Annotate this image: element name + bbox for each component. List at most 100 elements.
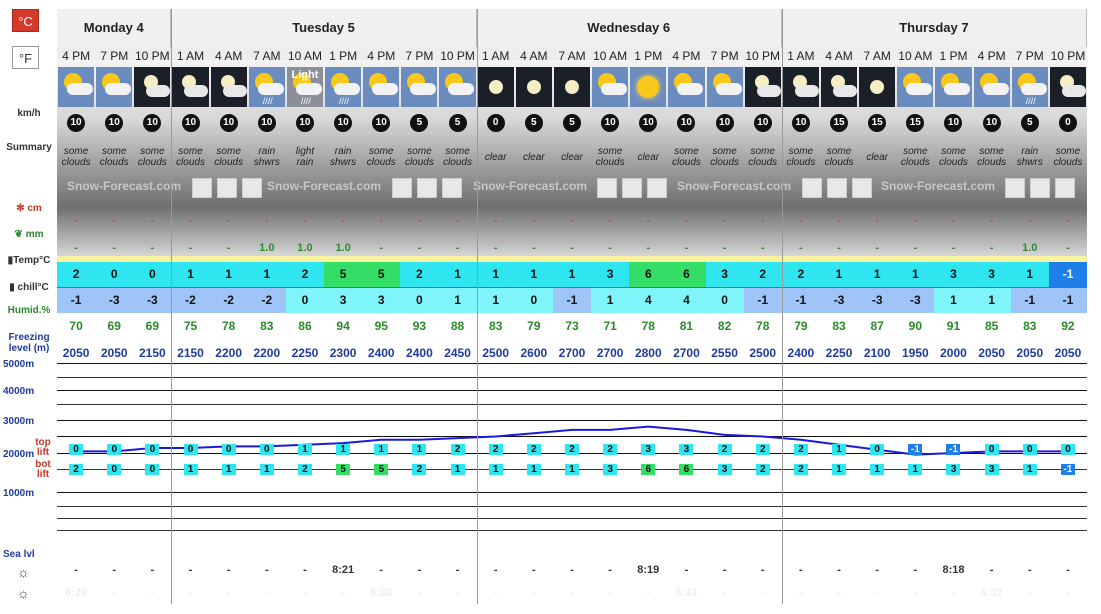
bot-lift-badge: 5 [374,464,389,475]
wind-arrow-icon: 10 [639,114,658,132]
weather-icon-cell [897,67,934,107]
summary-line2: clouds [748,157,778,168]
wind-arrow-icon: 15 [868,114,887,132]
temp-cell: 1 [514,262,553,287]
sunrise-cell: - [188,564,193,576]
time-cell: 10 PM [1050,49,1086,63]
sunset-cell: - [264,587,269,599]
day-header[interactable]: Tuesday 5 [171,9,477,47]
sunrise-cell: - [264,564,269,576]
summary-line2: clouds [443,157,472,168]
thermometer-chill-icon: ▮ [9,282,15,293]
chill-cell: -2 [209,288,248,313]
sunset-cell: - [608,587,612,599]
bot-lift-badge: 1 [870,464,885,475]
wind-cell: 10 [934,114,972,138]
rain-cell: - [837,242,841,254]
watermark-icon [1005,178,1025,198]
weather-icon-cell [401,67,438,107]
chill-cell: 4 [667,288,706,313]
wind-cell: 10 [744,114,782,138]
celsius-button[interactable]: °C [12,9,39,32]
top-lift-badge: 0 [107,444,122,455]
humid-cell: 70 [69,319,83,333]
bot-lift-badge: 2 [755,464,770,475]
weather-icon-cell [96,67,133,107]
time-cell: 10 AM [898,49,933,63]
humid-cell: 71 [603,319,617,333]
sunrise-cell: 8:19 [637,564,660,576]
humid-cell: 83 [489,319,503,333]
fahrenheit-button[interactable]: °F [12,46,39,69]
day-separator [781,9,783,604]
top-lift-badge: 1 [336,444,351,455]
wind-cell: 10 [210,114,248,138]
wind-cell: 10 [629,114,667,138]
temp-cell: 1 [1010,262,1049,287]
watermark-icon [417,178,437,198]
wind-arrow-icon: 15 [906,114,925,132]
wind-cell: 10 [324,114,362,138]
summary-line1: some [979,146,1004,157]
watermark-icon [192,178,212,198]
day-header[interactable]: Thursday 7 [781,9,1087,47]
humid-cell: 82 [717,319,732,333]
bot-lift-badge: 0 [107,464,122,475]
day-header[interactable]: Wednesday 6 [476,9,782,47]
sunrise-cell: - [989,564,994,576]
summary-line1: some [63,146,89,157]
watermark-icon [217,178,237,198]
wind-cell: 10 [973,114,1011,138]
sea-level-label: Sea lvl [3,549,35,560]
partly-cloudy-icon [897,67,933,107]
summary-cell: some clouds [896,146,934,172]
wind-arrow-icon: 10 [715,114,734,132]
snow-cell: - [799,215,803,227]
chill-cell: -2 [171,288,210,313]
weather-icon-cell [782,67,819,107]
summary-line2: shwrs [330,157,357,168]
wind-arrow-icon: 10 [143,114,162,132]
snow-cell: - [303,215,307,227]
summary-cell: some clouds [782,146,820,172]
rain-cell: - [646,242,651,254]
clear-night-icon [554,80,590,94]
bot-lift-badge: 1 [1022,464,1037,475]
clear-night-icon [859,80,895,94]
top-lift-badge: 0 [1022,444,1037,455]
partly-cloudy-icon [439,67,475,107]
summary-cell: some clouds [438,146,476,172]
sunrise-icon: ☼ [17,564,30,580]
top-lift-badge: 2 [717,444,732,455]
wind-cell: 15 [858,114,896,138]
summary-cell: some clouds [973,146,1011,172]
partly-cloudy-icon [707,67,743,107]
weather-icon-cell: //// [248,67,285,107]
top-lift-badge: 0 [1060,444,1075,455]
time-cell: 1 AM [482,49,510,63]
weather-icon-cell: //// [1011,67,1048,107]
sunrise-cell: - [837,564,841,576]
summary-cell: rain shwrs [324,146,362,172]
sunset-cell: - [188,587,193,599]
summary-line1: some [750,146,775,157]
time-cell: 7 PM [100,49,129,63]
day-separator [476,9,478,604]
time-cell: 1 AM [176,49,205,63]
day-header[interactable]: Monday 4 [57,9,172,47]
bot-lift-badge: 3 [717,464,732,475]
top-lift-badge: 2 [526,444,541,455]
wind-arrow-icon: 10 [944,114,963,132]
forecast-table: Monday 4 Tuesday 5 Wednesday 6 Thursday 7 4 … [57,9,1087,607]
sunset-cell: - [837,587,841,599]
summary-line1: some [216,146,241,157]
chill-cell: 0 [400,288,439,313]
humid-cell: 88 [450,319,465,333]
sunset-cell: - [646,587,651,599]
rain-cell: - [1066,242,1070,254]
wind-cell: 10 [591,114,629,138]
wind-arrow-icon: 10 [372,114,391,132]
snow-cell: - [1066,215,1070,227]
chill-cell: -1 [1010,288,1049,313]
top-lift-badge: 0 [259,444,274,455]
